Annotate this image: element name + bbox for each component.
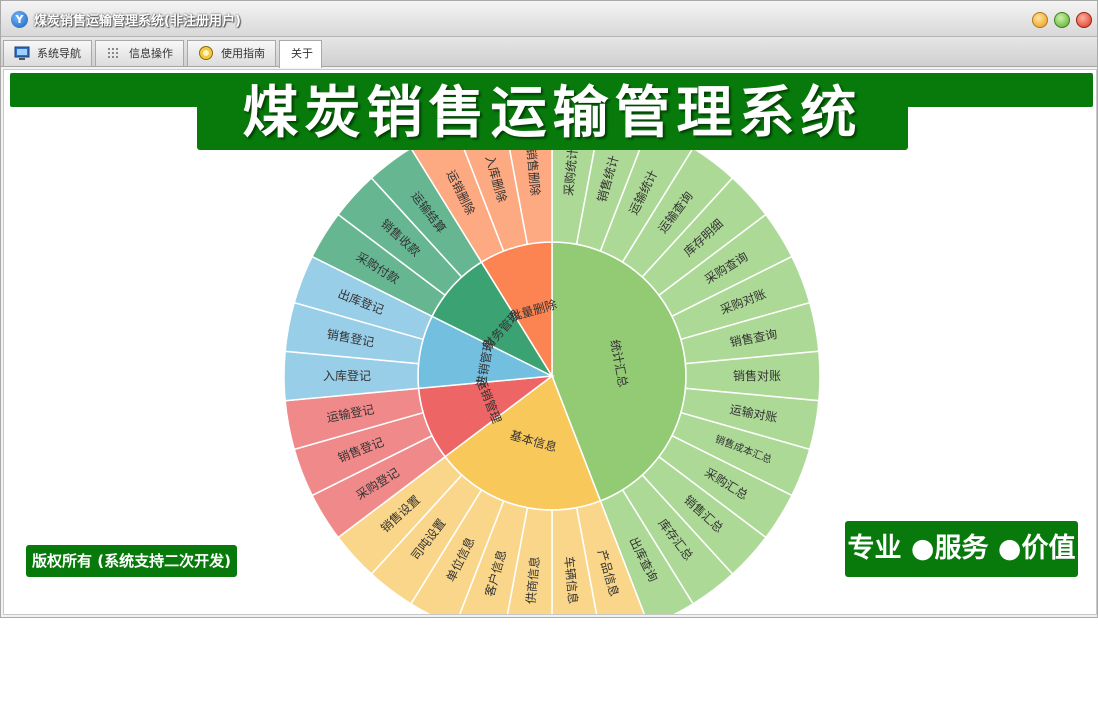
tab-about[interactable]: 关于 [279, 40, 322, 68]
tab-label: 信息操作 [129, 47, 173, 60]
copyright-badge: 版权所有 (系统支持二次开发) [26, 545, 237, 577]
tab-user-guide[interactable]: 使用指南 [187, 40, 276, 66]
close-button[interactable] [1076, 12, 1092, 28]
app-icon: Y [11, 11, 28, 28]
sunburst-item-label: 销售对账 [733, 368, 781, 383]
tab-label: 使用指南 [221, 47, 265, 60]
minimize-button[interactable] [1032, 12, 1048, 28]
grid-icon [108, 48, 118, 58]
tab-info-operation[interactable]: 信息操作 [95, 40, 184, 66]
sunburst-item-label: 入库登记 [323, 368, 371, 383]
title-bar[interactable]: Y 煤炭销售运输管理系统(非注册用户) [1, 1, 1097, 37]
app-window: Y 煤炭销售运输管理系统(非注册用户) 系统导航 信息操作 使用指南 关于 统计… [0, 0, 1098, 618]
tab-label: 关于 [291, 47, 313, 60]
guide-icon [199, 46, 213, 60]
tab-label: 系统导航 [37, 47, 81, 60]
slogan-badge: 专业 ●服务 ●价值 [845, 521, 1078, 577]
tab-system-navigation[interactable]: 系统导航 [3, 40, 92, 66]
window-title: 煤炭销售运输管理系统(非注册用户) [34, 14, 241, 29]
tab-bar: 系统导航 信息操作 使用指南 关于 [1, 37, 1097, 68]
maximize-button[interactable] [1054, 12, 1070, 28]
banner: 煤炭销售运输管理系统 [197, 78, 908, 150]
main-content: 统计汇总 采购统计 销售统计 运输统计 运输查询 库存明细 采购查询 采购对账 销售查询 销售对账… [3, 69, 1097, 615]
monitor-icon [14, 46, 30, 60]
banner-title: 煤炭销售运输管理系统 [242, 81, 863, 146]
